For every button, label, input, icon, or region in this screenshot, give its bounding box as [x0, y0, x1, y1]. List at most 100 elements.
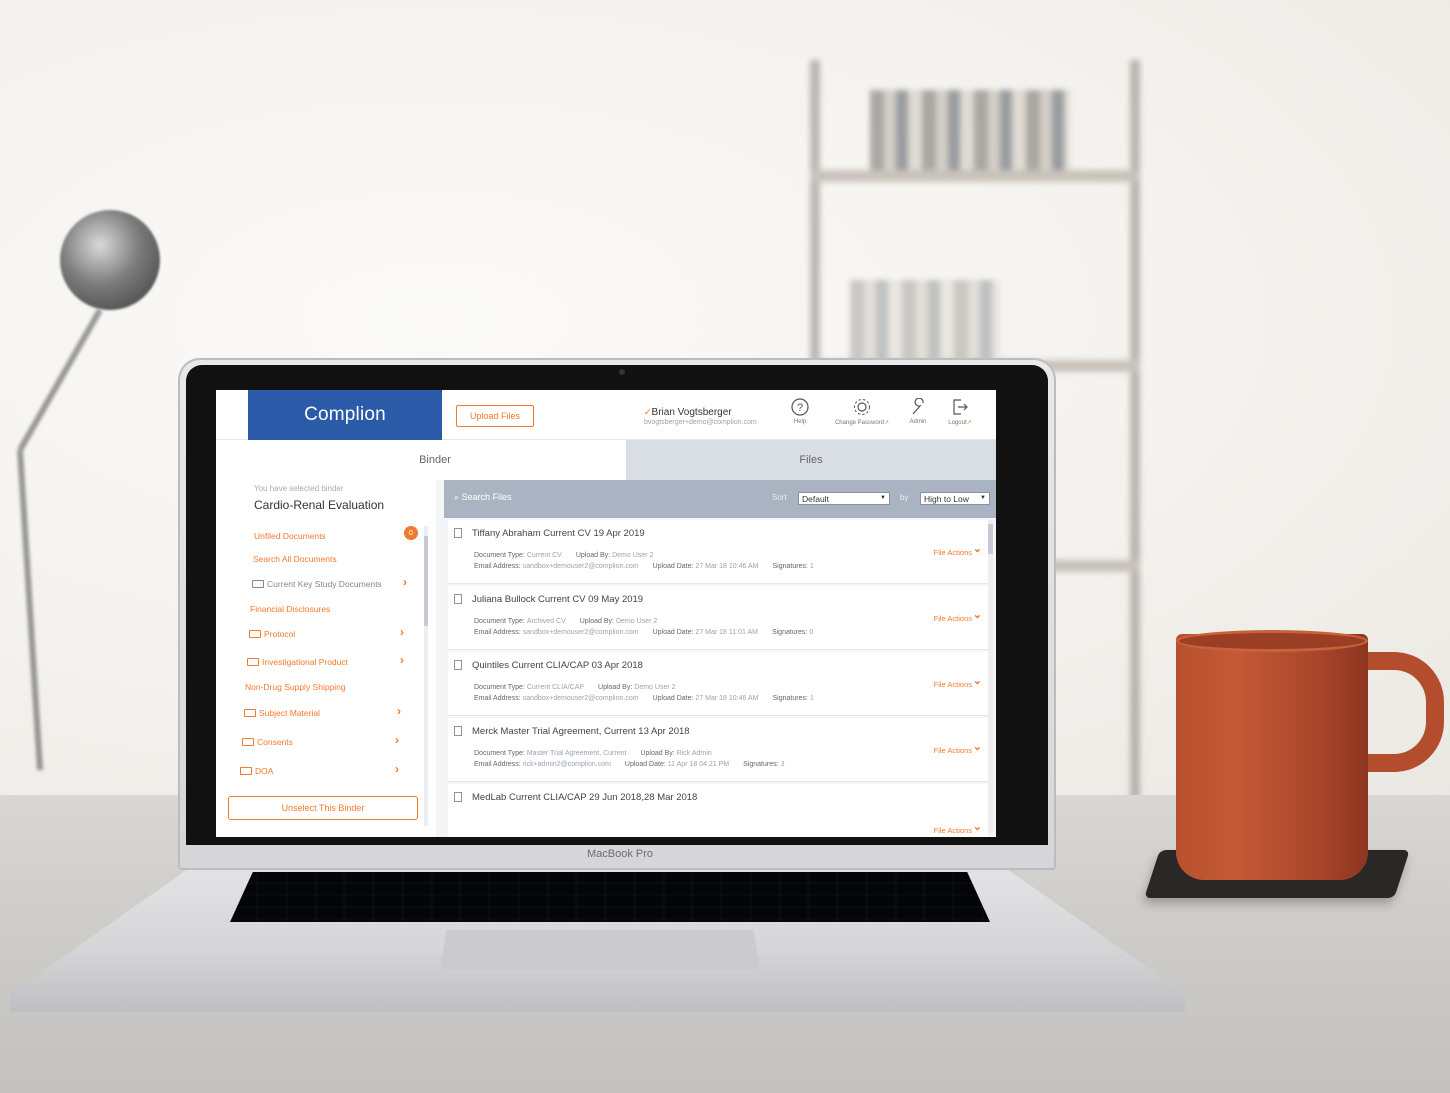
document-title[interactable]: Juliana Bullock Current CV 09 May 2019	[472, 594, 643, 605]
document-card[interactable]: Tiffany Abraham Current CV 19 Apr 2019 D…	[448, 520, 988, 584]
sidebar-item-subject-material[interactable]: Subject Material	[244, 708, 320, 718]
chevron-down-icon[interactable]: ⌄	[973, 608, 982, 621]
signatures-value: 1	[809, 695, 814, 702]
app-screen: Complion Upload Files ✓Brian Vogtsberger…	[216, 390, 996, 837]
doc-type-label: Document Type:	[474, 684, 525, 691]
sort-value: Default	[802, 493, 829, 504]
doc-type-label: Document Type:	[474, 618, 525, 625]
tab-files[interactable]: Files	[626, 440, 996, 480]
document-meta-row2: Email Address: sandbox+demouser2@complion…	[474, 695, 828, 702]
change-password-button[interactable]: Change Password↗	[830, 398, 894, 426]
chevron-right-icon[interactable]: ›	[397, 704, 401, 718]
file-actions-button[interactable]: File Actions	[934, 548, 972, 557]
files-toolbar: ⌕ Search Files Sort Default ▼ by High to …	[444, 480, 996, 518]
laptop-keyboard	[230, 872, 990, 922]
email-value: sandbox+demouser2@complion.com	[522, 563, 639, 570]
help-button[interactable]: ? Help	[788, 398, 812, 425]
upload-date-value: 11 Apr 18 04:21 PM	[667, 761, 730, 768]
scrollbar-thumb[interactable]	[424, 536, 428, 626]
order-select[interactable]: High to Low ▼	[920, 492, 990, 505]
sidebar-item-search-all-documents[interactable]: Search All Documents	[253, 554, 337, 564]
sidebar-item-label: Investigational Product	[262, 657, 348, 667]
sort-select[interactable]: Default ▼	[798, 492, 890, 505]
upload-by-value: Demo User 2	[612, 552, 654, 559]
signatures-value: 3	[780, 761, 785, 768]
folder-icon	[247, 658, 259, 666]
scrollbar-thumb[interactable]	[988, 524, 993, 554]
file-actions-button[interactable]: File Actions	[934, 826, 972, 835]
chevron-down-icon[interactable]: ⌄	[973, 740, 982, 753]
chevron-down-icon[interactable]: ⌄	[973, 542, 982, 555]
binder-name: Cardio-Renal Evaluation	[254, 498, 385, 512]
upload-date-label: Upload Date:	[652, 629, 694, 636]
upload-by-value: Demo User 2	[634, 684, 676, 691]
document-card[interactable]: Merck Master Trial Agreement, Current 13…	[448, 718, 988, 782]
sidebar-item-non-drug-supply-shipping[interactable]: Non-Drug Supply Shipping	[245, 682, 346, 692]
folder-icon	[244, 709, 256, 717]
sidebar-item-current-key-study-documents[interactable]: Current Key Study Documents	[252, 579, 382, 589]
sidebar-item-doa[interactable]: DOA	[240, 766, 273, 776]
email-value: rick+admin2@complion.com	[522, 761, 611, 768]
sidebar-item-consents[interactable]: Consents	[242, 737, 293, 747]
search-icon: ⌕	[454, 492, 462, 502]
sidebar-item-label: Current Key Study Documents	[267, 579, 382, 589]
doc-type-value: Archived CV	[526, 618, 566, 625]
document-title[interactable]: Merck Master Trial Agreement, Current 13…	[472, 726, 690, 737]
user-info[interactable]: ✓Brian Vogtsberger bvogtsberger+demo@com…	[644, 407, 784, 426]
sidebar-item-protocol[interactable]: Protocol	[249, 629, 295, 639]
chevron-down-icon[interactable]: ⌄	[973, 820, 982, 833]
user-name-row: ✓Brian Vogtsberger	[644, 407, 784, 418]
file-actions-button[interactable]: File Actions	[934, 746, 972, 755]
chevron-right-icon[interactable]: ›	[395, 733, 399, 747]
document-icon	[454, 792, 462, 802]
sidebar-item-investigational-product[interactable]: Investigational Product	[247, 657, 348, 667]
sidebar-item-financial-disclosures[interactable]: Financial Disclosures	[250, 604, 330, 614]
unselect-binder-button[interactable]: Unselect This Binder	[228, 796, 418, 820]
logout-button[interactable]: Logout↗	[942, 398, 978, 426]
file-actions-button[interactable]: File Actions	[934, 614, 972, 623]
document-title[interactable]: Quintiles Current CLIA/CAP 03 Apr 2018	[472, 660, 643, 671]
user-name: Brian Vogtsberger	[651, 407, 732, 418]
document-title[interactable]: MedLab Current CLIA/CAP 29 Jun 2018,28 M…	[472, 792, 697, 803]
gear-icon	[854, 399, 870, 415]
doc-type-value: Current CV	[526, 552, 562, 559]
unfiled-count-badge: 0	[404, 526, 418, 540]
document-title[interactable]: Tiffany Abraham Current CV 19 Apr 2019	[472, 528, 645, 539]
binder-sidebar: You have selected binder Cardio-Renal Ev…	[240, 480, 430, 837]
sidebar-item-label: DOA	[255, 766, 274, 776]
chevron-right-icon[interactable]: ›	[400, 653, 404, 667]
selected-binder-label: You have selected binder	[254, 484, 344, 493]
upload-files-button[interactable]: Upload Files	[456, 405, 534, 427]
document-icon	[454, 726, 462, 736]
upload-date-value: 27 Mar 18 11:01 AM	[695, 629, 758, 636]
document-card[interactable]: MedLab Current CLIA/CAP 29 Jun 2018,28 M…	[448, 784, 988, 837]
sidebar-item-label: Unfiled Documents	[254, 531, 326, 541]
check-icon: ✓	[644, 407, 652, 417]
document-meta-row1: Document Type: Master Trial Agreement, Cu…	[474, 750, 726, 757]
chevron-right-icon[interactable]: ›	[403, 575, 407, 589]
search-placeholder: Search Files	[461, 492, 512, 502]
file-actions-button[interactable]: File Actions	[934, 680, 972, 689]
document-card[interactable]: Quintiles Current CLIA/CAP 03 Apr 2018 D…	[448, 652, 988, 716]
document-meta-row1: Document Type: Archived CV Upload By: Demo …	[474, 618, 671, 625]
upload-date-label: Upload Date:	[652, 695, 694, 702]
admin-label: Admin	[909, 419, 927, 425]
document-meta-row1: Document Type: Current CLIA/CAP Upload By:…	[474, 684, 690, 691]
chevron-right-icon[interactable]: ›	[395, 762, 399, 776]
sidebar-scrollbar[interactable]	[424, 526, 428, 826]
chevron-down-icon[interactable]: ⌄	[973, 674, 982, 687]
chevron-right-icon[interactable]: ›	[400, 625, 404, 639]
search-files-input[interactable]: ⌕ Search Files	[454, 492, 512, 503]
tab-binder[interactable]: Binder	[244, 440, 626, 480]
external-link-icon: ↗	[966, 420, 972, 426]
email-label: Email Address:	[474, 563, 521, 570]
document-card[interactable]: Juliana Bullock Current CV 09 May 2019 D…	[448, 586, 988, 650]
files-scrollbar[interactable]	[988, 520, 993, 833]
upload-by-value: Rick Admin	[676, 750, 712, 757]
complion-logo[interactable]: Complion	[248, 390, 442, 440]
email-label: Email Address:	[474, 761, 521, 768]
doc-type-label: Document Type:	[474, 750, 525, 757]
admin-button[interactable]: Admin	[904, 398, 932, 425]
mug-rim	[1176, 630, 1368, 652]
sidebar-item-unfiled-documents[interactable]: Unfiled Documents	[254, 531, 326, 541]
